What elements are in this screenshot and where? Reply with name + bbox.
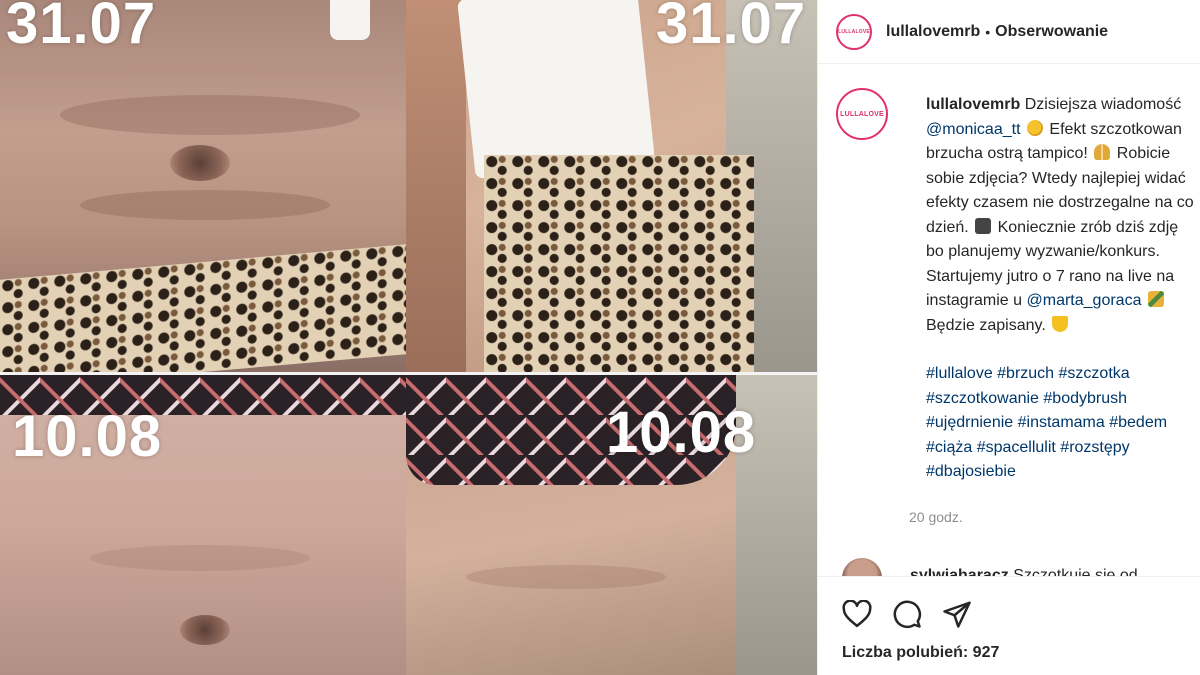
photo-bottom-right: 10.08 bbox=[406, 375, 817, 675]
commenter-username-link[interactable]: sylwiaharacz bbox=[910, 567, 1009, 576]
commenter-avatar[interactable] bbox=[842, 558, 882, 576]
comment-text: Szczotkuje się od bbox=[1013, 567, 1138, 576]
caption-line: brzucha ostrą tampico! bbox=[926, 145, 1088, 162]
comment-icon[interactable] bbox=[890, 597, 924, 631]
shirt bbox=[457, 0, 655, 179]
photo-top-right: 31.07 bbox=[406, 0, 817, 372]
caption-line: Startujemy jutro o 7 rano na live na bbox=[926, 267, 1175, 285]
caption-line: Dzisiejsza wiadomość bbox=[1024, 96, 1182, 113]
skin-fold bbox=[60, 95, 360, 135]
post-side-panel: LULLALOVE lullalovemrb • Obserwowanie LU… bbox=[817, 0, 1200, 675]
mention-link[interactable]: @monicaa_tt bbox=[926, 121, 1021, 138]
caption-line: Koniecznie zrób dziś zdję bbox=[997, 218, 1179, 236]
post-header: LULLALOVE lullalovemrb • Obserwowanie bbox=[818, 0, 1200, 64]
post-caption: LULLALOVE lullalovemrb Dzisiejsza wiadom… bbox=[836, 88, 1200, 480]
hashtag-links[interactable]: #ciąża #spacellulit #rozstępy bbox=[926, 436, 1200, 461]
skin-fold bbox=[90, 545, 310, 571]
avatar-logo-text: LULLALOVE bbox=[838, 28, 870, 35]
caption-line: Robicie bbox=[1116, 145, 1171, 162]
following-button[interactable]: Obserwowanie bbox=[995, 23, 1108, 41]
hashtag-links[interactable]: #dbajosiebie bbox=[926, 460, 1200, 485]
caption-line: instagramie u bbox=[926, 292, 1023, 309]
shield-emoji-icon bbox=[1052, 315, 1069, 332]
photo-date-label: 31.07 bbox=[656, 0, 807, 56]
caption-line: dzień. bbox=[926, 218, 969, 236]
skin-fold bbox=[80, 190, 330, 220]
mention-link[interactable]: @marta_goraca bbox=[1027, 292, 1142, 309]
people-emoji-icon bbox=[1094, 144, 1111, 160]
avatar[interactable]: LULLALOVE bbox=[836, 13, 872, 50]
heart-icon[interactable] bbox=[840, 597, 874, 631]
leopard-pants bbox=[484, 155, 754, 372]
post-image[interactable]: 31.07 31.07 10.08 10.08 bbox=[0, 0, 817, 675]
photo-top-left: 31.07 bbox=[0, 0, 406, 372]
arm bbox=[406, 0, 466, 372]
hashtag-links[interactable]: #lullalove #brzuch #szczotka bbox=[926, 362, 1200, 387]
header-username-link[interactable]: lullalovemrb bbox=[886, 23, 980, 41]
action-icons-row bbox=[840, 597, 974, 631]
camera-emoji-icon bbox=[975, 217, 992, 234]
caption-line: efekty czasem nie dostrzegalne na co bbox=[926, 194, 1194, 211]
hashtag-links[interactable]: #szczotkowanie #bodybrush bbox=[926, 387, 1200, 412]
clap-emoji-icon bbox=[1026, 119, 1043, 136]
comment-item: sylwiaharacz Szczotkuje się od bbox=[842, 558, 1138, 576]
skin-fold bbox=[466, 565, 666, 589]
navel bbox=[170, 145, 230, 181]
comments-section[interactable]: LULLALOVE lullalovemrb Dzisiejsza wiadom… bbox=[818, 64, 1200, 576]
caption-username-link[interactable]: lullalovemrb bbox=[926, 96, 1020, 113]
caption-line: bo planujemy wyzwanie/konkurs. bbox=[926, 243, 1160, 260]
hashtag-links[interactable]: #ujędrnienie #instamama #bedem bbox=[926, 411, 1200, 436]
post-actions: Liczba polubień: 927 bbox=[818, 576, 1200, 675]
leg-emoji-icon bbox=[1147, 291, 1164, 307]
shirt bbox=[330, 0, 370, 40]
leopard-waistband bbox=[0, 244, 406, 372]
header-separator: • bbox=[985, 23, 991, 40]
photo-date-label: 31.07 bbox=[6, 0, 157, 56]
photo-bottom-left: 10.08 bbox=[0, 375, 406, 675]
caption-text: lullalovemrb Dzisiejsza wiadomość @monic… bbox=[926, 93, 1200, 485]
likes-count[interactable]: Liczba polubień: 927 bbox=[842, 644, 999, 662]
caption-line: Będzie zapisany. bbox=[926, 316, 1046, 334]
photo-date-label: 10.08 bbox=[606, 400, 757, 465]
photo-date-label: 10.08 bbox=[12, 404, 163, 469]
navel bbox=[180, 615, 230, 645]
avatar-logo-text: LULLALOVE bbox=[840, 110, 884, 118]
caption-avatar[interactable]: LULLALOVE bbox=[836, 88, 888, 140]
post-timestamp[interactable]: 20 godz. bbox=[909, 509, 963, 525]
share-icon[interactable] bbox=[940, 597, 974, 631]
caption-line: Efekt szczotkowan bbox=[1049, 120, 1182, 138]
caption-line: sobie zdjęcia? Wtedy najlepiej widać bbox=[926, 169, 1186, 187]
